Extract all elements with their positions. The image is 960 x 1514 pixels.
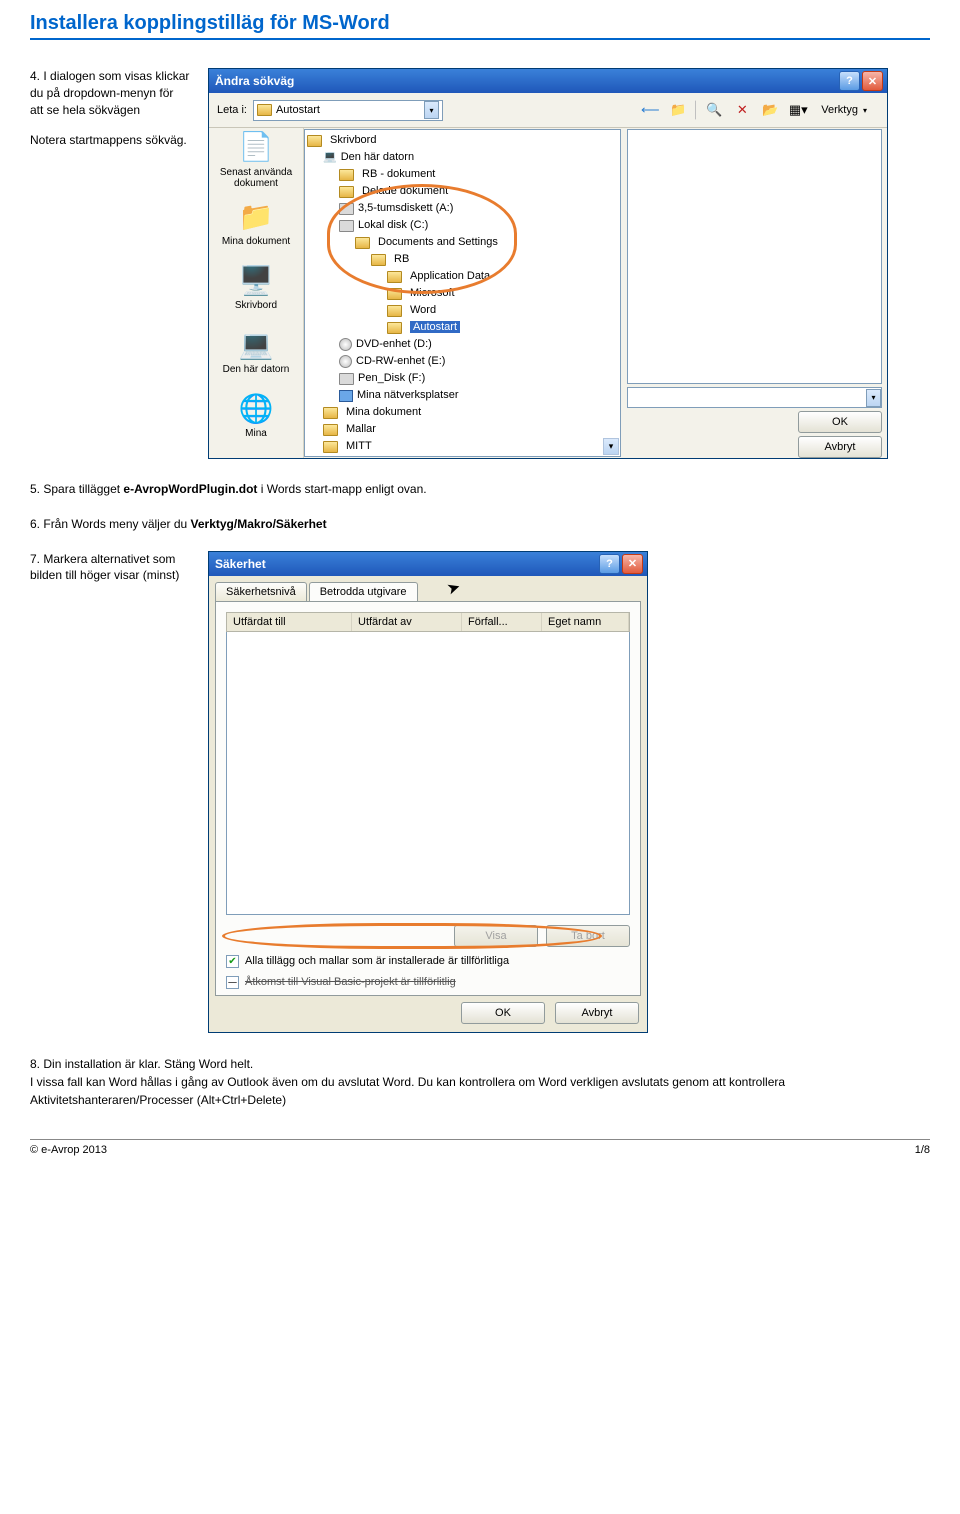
folder-tree[interactable]: Skrivbord💻Den här datornRB - dokumentDel… <box>304 129 621 457</box>
tree-item[interactable]: RB <box>307 251 608 268</box>
leta-i-label: Leta i: <box>217 104 247 116</box>
places-icon: 📁 <box>239 201 273 233</box>
help-icon[interactable]: ? <box>599 554 620 574</box>
back-icon[interactable]: ⟵ <box>639 99 661 121</box>
step-8: 8. Din installation är klar. Stäng Word … <box>30 1055 930 1109</box>
tree-item[interactable]: Mina nätverksplatser <box>307 387 608 404</box>
folder-icon <box>339 169 354 181</box>
views-icon[interactable]: ▦▾ <box>787 99 809 121</box>
folder-icon <box>323 441 338 453</box>
list-header: Utfärdat till Utfärdat av Förfall... Ege… <box>226 612 630 632</box>
tree-item[interactable]: 💻Den här datorn <box>307 149 608 166</box>
tree-item[interactable]: MITT <box>307 438 608 455</box>
cancel-button[interactable]: Avbryt <box>798 436 882 458</box>
places-icon: 🌐 <box>239 393 273 425</box>
tree-item[interactable]: Autostart <box>307 319 608 336</box>
tree-item[interactable]: Skrivbord <box>307 132 608 149</box>
folder-icon <box>257 104 272 116</box>
publishers-list[interactable] <box>226 632 630 915</box>
network-icon <box>339 390 353 402</box>
ok-button[interactable]: OK <box>798 411 882 433</box>
ok-button[interactable]: OK <box>461 1002 545 1024</box>
checkbox-icon: ✔ <box>226 976 239 989</box>
tree-item[interactable]: RB - dokument <box>307 166 608 183</box>
tree-item[interactable]: Norrtälje <box>307 455 608 457</box>
tab-sakerhetsniva[interactable]: Säkerhetsnivå <box>215 582 307 601</box>
cancel-button[interactable]: Avbryt <box>555 1002 639 1024</box>
search-icon[interactable]: 🔍 <box>703 99 725 121</box>
tree-item[interactable]: CD-RW-enhet (E:) <box>307 353 608 370</box>
folder-icon <box>387 288 402 300</box>
folder-icon <box>387 305 402 317</box>
places-item[interactable]: 📄Senast använda dokument <box>213 131 299 189</box>
tree-item[interactable]: Delade dokument <box>307 183 608 200</box>
page-title: Installera kopplingstilläg för MS-Word <box>30 12 930 40</box>
step-7: 7. Markera alternativet som bilden till … <box>30 551 190 585</box>
drive-icon <box>339 373 354 385</box>
checkbox-tillagg[interactable]: ✔ Alla tillägg och mallar som är install… <box>226 955 630 968</box>
close-icon[interactable]: ✕ <box>862 71 883 91</box>
tree-item[interactable]: Pen_Disk (F:) <box>307 370 608 387</box>
step-4: 4. I dialogen som visas klickar du på dr… <box>30 68 190 118</box>
checkbox-checked-icon: ✔ <box>226 955 239 968</box>
folder-icon <box>323 407 338 419</box>
step-5: 5. Spara tillägget e-AvropWordPlugin.dot… <box>30 481 930 498</box>
computer-icon: 💻 <box>323 149 337 166</box>
step-4-note: Notera startmappens sökväg. <box>30 132 190 149</box>
places-item[interactable]: 📁Mina dokument <box>213 195 299 253</box>
folder-icon <box>371 254 386 266</box>
file-preview-area <box>627 129 882 384</box>
verktyg-menu[interactable]: Verktyg▾ <box>815 102 879 118</box>
up-icon[interactable]: 📁 <box>667 99 689 121</box>
tree-item[interactable]: Mina dokument <box>307 404 608 421</box>
filename-field[interactable]: ▾ <box>627 387 882 408</box>
dialog-sakerhet: Säkerhet ? ✕ Säkerhetsnivå Betrodda utgi… <box>208 551 648 1033</box>
step-6: 6. Från Words meny väljer du Verktyg/Mak… <box>30 516 930 533</box>
places-item[interactable]: 🌐Mina <box>213 387 299 445</box>
folder-icon <box>387 322 402 334</box>
cursor-icon: ➤ <box>444 576 463 599</box>
places-item[interactable]: 🖥️Skrivbord <box>213 259 299 317</box>
tree-item[interactable]: DVD-enhet (D:) <box>307 336 608 353</box>
leta-i-dropdown[interactable]: Autostart ▾ <box>253 100 443 121</box>
new-folder-icon[interactable]: 📂 <box>759 99 781 121</box>
help-icon[interactable]: ? <box>839 71 860 91</box>
chevron-down-icon[interactable]: ▾ <box>424 101 439 119</box>
tabort-button[interactable]: Ta bort <box>546 925 630 947</box>
tree-item[interactable]: Microsoft <box>307 285 608 302</box>
disc-icon <box>339 338 352 351</box>
close-icon[interactable]: ✕ <box>622 554 643 574</box>
drive-icon <box>339 220 354 232</box>
places-icon: 🖥️ <box>239 265 273 297</box>
dialog-title: Säkerhet <box>215 557 266 571</box>
tree-item[interactable]: Word <box>307 302 608 319</box>
visa-button[interactable]: Visa <box>454 925 538 947</box>
folder-icon <box>387 271 402 283</box>
dialog-title: Ändra sökväg <box>215 74 294 88</box>
folder-icon <box>355 237 370 249</box>
folder-icon <box>307 135 322 147</box>
drive-icon <box>339 203 354 215</box>
places-item[interactable]: 💻Den här datorn <box>213 323 299 381</box>
tree-item[interactable]: 3,5-tumsdiskett (A:) <box>307 200 608 217</box>
chevron-down-icon: ▾ <box>863 106 867 115</box>
chevron-down-icon[interactable]: ▾ <box>866 389 881 407</box>
places-icon: 💻 <box>239 329 273 361</box>
delete-icon[interactable]: ✕ <box>731 99 753 121</box>
tree-item[interactable]: Documents and Settings <box>307 234 608 251</box>
places-bar: 📄Senast använda dokument 📁Mina dokument 🖥️… <box>209 128 304 458</box>
tree-item[interactable]: Lokal disk (C:) <box>307 217 608 234</box>
dialog-andra-sokvag: Ändra sökväg ? ✕ Leta i: Autostart ▾ ⟵ 📁… <box>208 68 888 459</box>
disc-icon <box>339 355 352 368</box>
places-icon: 📄 <box>239 132 273 164</box>
page-footer: © e-Avrop 2013 1/8 <box>30 1140 930 1156</box>
checkbox-vb[interactable]: ✔ Åtkomst till Visual Basic-projekt är t… <box>226 976 630 989</box>
folder-icon <box>323 424 338 436</box>
scroll-down-icon[interactable]: ▾ <box>603 438 619 455</box>
tab-betrodda-utgivare[interactable]: Betrodda utgivare <box>309 582 418 601</box>
folder-icon <box>339 186 354 198</box>
tree-item[interactable]: Application Data <box>307 268 608 285</box>
tree-item[interactable]: Mallar <box>307 421 608 438</box>
